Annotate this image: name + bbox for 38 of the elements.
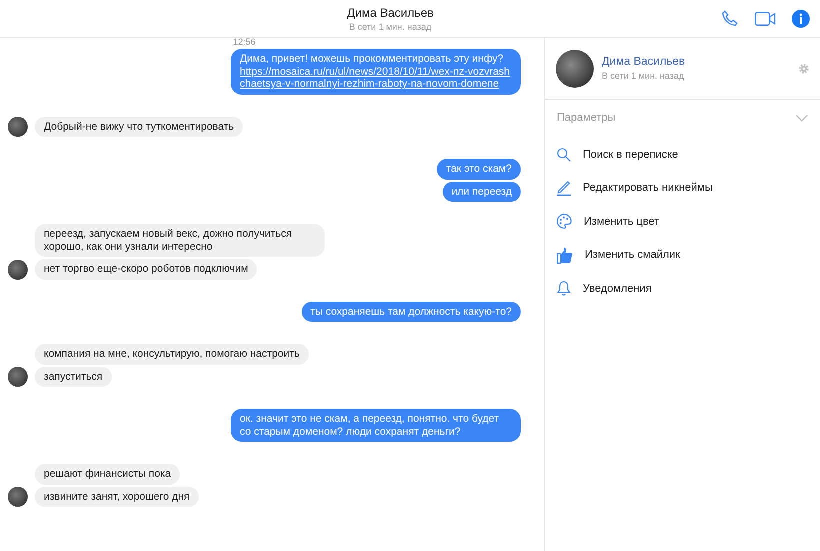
message-link[interactable]: https://mosaica.ru/ru/ul/news/2018/10/11/wex-nz-vozvrashchaetsya-v-normalnyi-rezhim-raboty-na-novom-domene — [240, 66, 512, 90]
avatar-photo-placeholder — [8, 487, 28, 507]
incoming-message: Добрый-не вижу что туткоментировать — [35, 116, 244, 137]
section-title: Параметры — [557, 112, 616, 124]
contact-name[interactable]: Дима Васильев — [602, 56, 790, 68]
incoming-message: извините занят, хорошего дня — [35, 486, 199, 507]
online-status: В сети 1 мин. назад — [602, 71, 686, 81]
incoming-message: запуститься — [35, 366, 112, 387]
contact-name: Дима Васильев — [347, 6, 434, 20]
message-time: 12:56 — [232, 38, 257, 47]
search-icon — [557, 148, 571, 162]
menu-item[interactable]: Уведомления — [557, 272, 820, 306]
outgoing-message: Дима, привет! можешь прокомментировать эту инфу? https://mosaica.ru/ru/ul/news/2018/10/11/wex-nz-vozvrashchaetsya-v-normalnyi-rezhim-raboty-na-novom-domene — [231, 49, 521, 94]
incoming-message: переезд, запускаем новый векс, дожно получиться хорошо, как они узнали интересно — [35, 224, 325, 257]
avatar-photo-placeholder — [8, 260, 28, 280]
incoming-message: нет торгво еще-скоро роботов подключим — [35, 259, 258, 280]
outgoing-message: или переезд — [442, 182, 521, 202]
menu-item[interactable]: Редактировать никнеймы — [557, 172, 820, 205]
menu-item[interactable]: Изменить смайлик — [557, 238, 820, 272]
video-camera-icon[interactable] — [755, 12, 776, 26]
phone-icon[interactable] — [721, 10, 739, 28]
incoming-message: решают финансисты пока — [35, 464, 180, 484]
incoming-message: компания на мне, консультирую, помогаю настроить — [35, 344, 309, 364]
avatar-photo-placeholder — [8, 117, 28, 137]
thumbs-up-icon — [557, 246, 573, 264]
outgoing-message: ок. значит это не скам, а переезд, понятно. что будет со старым доменом? люди сохранят деньги? — [231, 409, 521, 442]
avatar-photo-placeholder — [8, 367, 28, 387]
outgoing-message: ты сохраняешь там должность какую-то? — [302, 302, 521, 322]
outgoing-message: так это скам? — [437, 159, 521, 180]
info-icon[interactable] — [792, 10, 810, 28]
bell-icon — [557, 281, 571, 296]
pencil-icon — [557, 180, 571, 196]
chevron-down-icon[interactable] — [796, 114, 808, 122]
menu-item[interactable]: Изменить цвет — [557, 205, 820, 238]
online-status: В сети 1 мин. назад — [349, 22, 432, 32]
menu-item[interactable]: Поиск в переписке — [557, 138, 820, 172]
palette-icon — [557, 214, 572, 230]
avatar-photo-placeholder — [556, 50, 594, 88]
